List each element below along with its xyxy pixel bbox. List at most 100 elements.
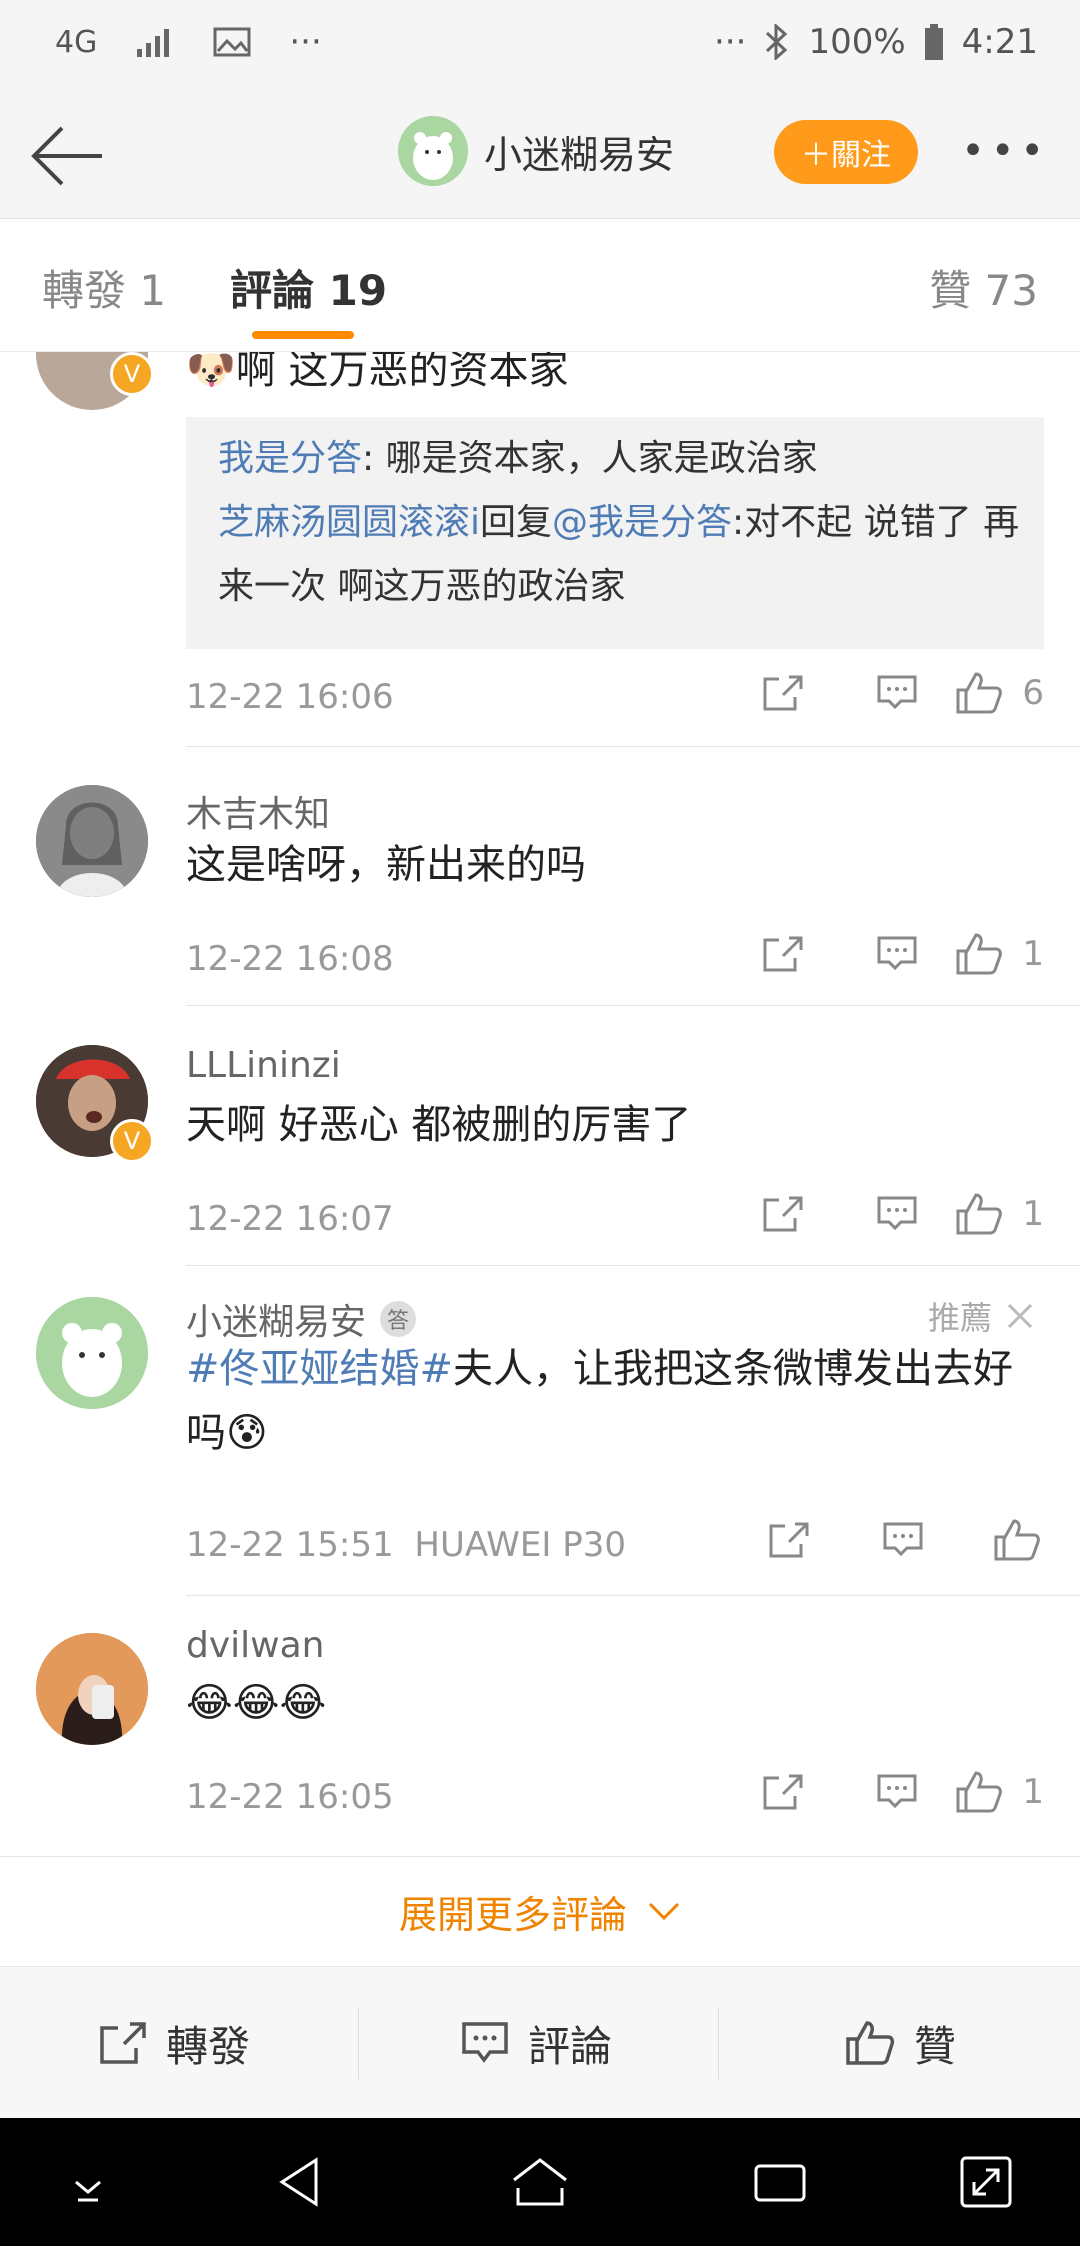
repost-icon[interactable] xyxy=(726,1772,840,1812)
comment-text: 😂😂😂 xyxy=(186,1680,327,1726)
comment-icon[interactable] xyxy=(846,1520,960,1560)
follow-button[interactable]: ＋關注 xyxy=(774,120,918,184)
mention-link[interactable]: @我是分答 xyxy=(552,502,732,543)
signal-icon xyxy=(137,29,170,57)
like-button[interactable]: 6 xyxy=(954,670,1044,716)
like-button[interactable]: 1 xyxy=(954,1191,1044,1237)
bear-avatar-icon xyxy=(36,1297,148,1409)
thumbs-up-icon xyxy=(994,1519,1040,1561)
comment-icon[interactable] xyxy=(840,934,954,974)
chevron-down-icon xyxy=(648,1902,680,1921)
recommend-tag: 推薦 xyxy=(928,1293,1034,1339)
tab-likes[interactable]: 贊 73 xyxy=(929,257,1038,318)
comment-item: V LLLininzi 天啊 好恶心 都被删的厉害了 12-22 16:07 1 xyxy=(0,1007,1080,1267)
like-label: 贊 xyxy=(914,2021,957,2071)
comment-time: 12-22 16:06 xyxy=(186,677,394,717)
reply-user-link[interactable]: 我是分答 xyxy=(218,438,362,479)
separator xyxy=(718,2007,719,2079)
separator xyxy=(358,2007,359,2079)
comment-icon[interactable] xyxy=(840,673,954,713)
user-avatar[interactable] xyxy=(36,785,148,897)
hide-keyboard-icon[interactable] xyxy=(52,2146,124,2218)
comment-label: 評論 xyxy=(528,2021,613,2071)
system-nav-bar xyxy=(0,2118,1080,2246)
network-indicator: 4G xyxy=(55,24,98,60)
comment-username[interactable]: 木吉木知 xyxy=(186,785,330,837)
device-source: HUAWEI P30 xyxy=(414,1525,626,1565)
comment-icon[interactable] xyxy=(840,1772,954,1812)
bottom-action-bar: 轉發 評論 贊 xyxy=(0,1966,1080,2119)
thumbs-up-icon xyxy=(956,672,1003,714)
repost-icon[interactable] xyxy=(726,934,840,974)
like-button[interactable]: 贊 xyxy=(844,1967,956,2119)
like-count: 1 xyxy=(1022,1772,1044,1812)
comment-actions xyxy=(732,1517,1074,1563)
user-avatar[interactable] xyxy=(36,1297,148,1409)
comment-username[interactable]: dvilwan xyxy=(186,1625,324,1666)
thumbs-up-icon xyxy=(846,2021,895,2065)
emoji-icon: 😰 xyxy=(226,1410,268,1456)
more-notifications-icon: ··· xyxy=(289,22,322,62)
repost-icon xyxy=(100,2022,146,2064)
comment-text: 🐶啊 这万恶的资本家 xyxy=(186,352,1036,402)
comment-icon xyxy=(462,2022,508,2063)
comment-divider xyxy=(186,1005,1080,1006)
comment-divider xyxy=(186,1265,1080,1266)
comment-actions: 1 xyxy=(726,1769,1044,1815)
like-button[interactable]: 1 xyxy=(954,931,1044,977)
repost-icon[interactable] xyxy=(732,1520,846,1560)
like-button[interactable] xyxy=(960,1517,1074,1563)
comment-time: 12-22 16:05 xyxy=(186,1777,394,1817)
like-count: 1 xyxy=(1022,1194,1044,1234)
topic-link[interactable]: #佟亚娅结婚# xyxy=(186,1346,453,1392)
post-author[interactable]: 小迷糊易安 xyxy=(398,116,674,186)
reply-user-link[interactable]: 芝麻汤圆圆滚滚i xyxy=(218,502,480,543)
author-avatar[interactable] xyxy=(398,116,468,186)
recommended-post[interactable]: 小迷糊易安 答 推薦 #佟亚娅结婚#夫人，让我把这条微博发出去好吗😰 12-22… xyxy=(0,1267,1080,1597)
post-meta: 12-22 15:51 HUAWEI P30 xyxy=(186,1525,626,1565)
comment-list: V 🐶啊 这万恶的资本家 我是分答: 哪是资本家，人家是政治家 芝麻汤圆圆滚滚i… xyxy=(0,352,1080,1852)
reply-thread[interactable]: 我是分答: 哪是资本家，人家是政治家 芝麻汤圆圆滚滚i回复@我是分答:对不起 说… xyxy=(186,417,1044,649)
nav-expand-icon[interactable] xyxy=(950,2146,1022,2218)
comment-divider xyxy=(186,1595,1080,1596)
bluetooth-icon xyxy=(766,24,788,60)
comment-item: 木吉木知 这是啥呀，新出来的吗 12-22 16:08 1 xyxy=(0,747,1080,1007)
more-status-icon: ··· xyxy=(714,22,747,62)
close-icon[interactable] xyxy=(1006,1302,1034,1330)
like-count: 6 xyxy=(1022,673,1044,713)
comment-time: 12-22 16:07 xyxy=(186,1199,394,1239)
battery-icon xyxy=(924,24,943,60)
nav-recents-icon[interactable] xyxy=(744,2146,816,2218)
comment-icon[interactable] xyxy=(840,1194,954,1234)
comment-actions: 1 xyxy=(726,931,1044,977)
reply-line: 芝麻汤圆圆滚滚i回复@我是分答:对不起 说错了 再来一次 啊这万恶的政治家 xyxy=(218,502,1020,607)
expand-more-comments[interactable]: 展開更多評論 xyxy=(0,1856,1080,1965)
battery-level: 100% xyxy=(808,22,906,62)
verified-badge-icon: V xyxy=(110,352,154,396)
comment-button[interactable]: 評論 xyxy=(460,1967,612,2119)
thumbs-up-icon xyxy=(956,1193,1003,1235)
repost-icon[interactable] xyxy=(726,1194,840,1234)
page-title: 小迷糊易安 xyxy=(484,132,675,177)
comment-actions: 6 xyxy=(726,670,1044,716)
repost-icon[interactable] xyxy=(726,673,840,713)
tab-bar: 轉發 1 評論 19 贊 73 xyxy=(0,219,1080,352)
image-icon xyxy=(213,27,251,57)
nav-back-icon[interactable] xyxy=(264,2146,336,2218)
back-arrow-icon[interactable] xyxy=(28,116,108,196)
comment-text: 这是啥呀，新出来的吗 xyxy=(186,842,586,888)
repost-label: 轉發 xyxy=(166,2021,251,2071)
tab-comments[interactable]: 評論 19 xyxy=(230,257,387,318)
comment-time: 12-22 15:51 xyxy=(186,1525,394,1565)
nav-home-icon[interactable] xyxy=(504,2146,576,2218)
comment-username[interactable]: LLLininzi xyxy=(186,1045,341,1086)
more-options-icon[interactable]: ••• xyxy=(961,128,1050,174)
bear-avatar-icon xyxy=(413,132,453,180)
user-avatar[interactable] xyxy=(36,1633,148,1745)
tab-reposts[interactable]: 轉發 1 xyxy=(42,257,166,318)
comment-actions: 1 xyxy=(726,1191,1044,1237)
emoji-icon: 🐶 xyxy=(186,352,236,393)
like-button[interactable]: 1 xyxy=(954,1769,1044,1815)
repost-button[interactable]: 轉發 xyxy=(98,1967,250,2119)
recommend-label: 推薦 xyxy=(927,1299,992,1337)
